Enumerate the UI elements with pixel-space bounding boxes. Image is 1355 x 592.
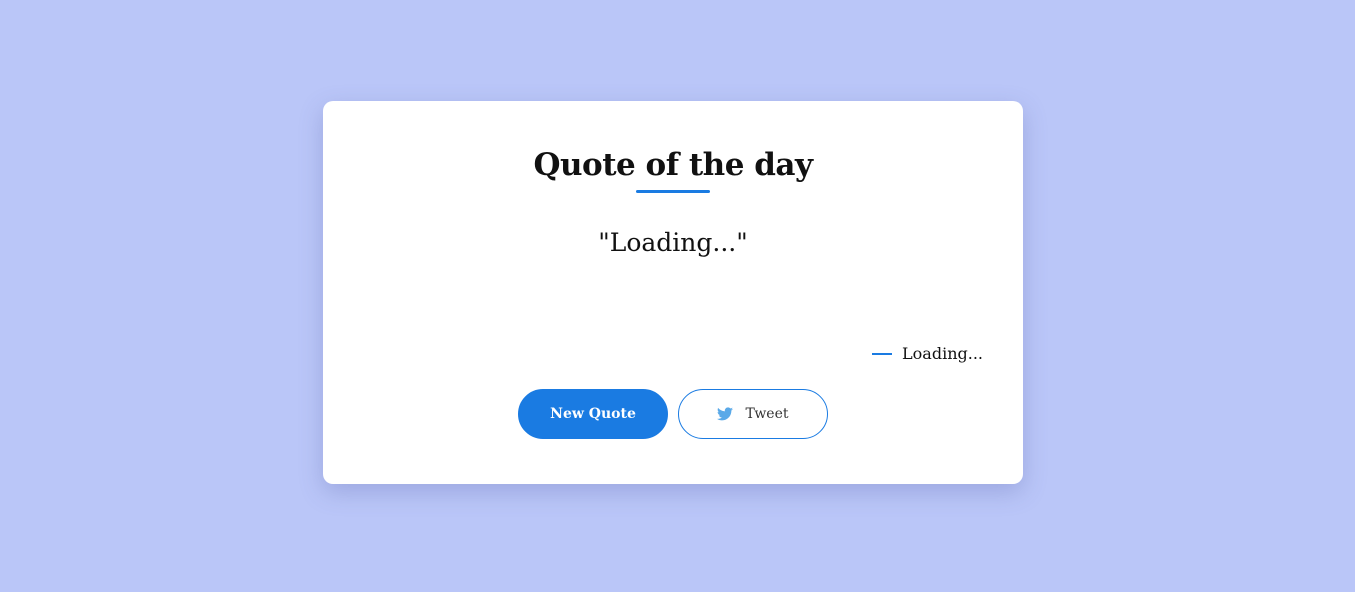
quote-text: "Loading..." xyxy=(598,228,748,257)
tweet-button[interactable]: Tweet xyxy=(678,389,828,439)
new-quote-button[interactable]: New Quote xyxy=(518,389,668,439)
twitter-bird-icon xyxy=(717,407,734,421)
card-title: Quote of the day xyxy=(533,147,813,183)
author-name: Loading... xyxy=(902,344,983,363)
title-underline xyxy=(636,190,710,193)
new-quote-label: New Quote xyxy=(550,406,636,422)
author-dash xyxy=(872,352,893,355)
quote-card: Quote of the day "Loading..." Loading...… xyxy=(323,101,1023,484)
tweet-label: Tweet xyxy=(745,406,789,422)
quote-author: Loading... xyxy=(872,344,983,363)
